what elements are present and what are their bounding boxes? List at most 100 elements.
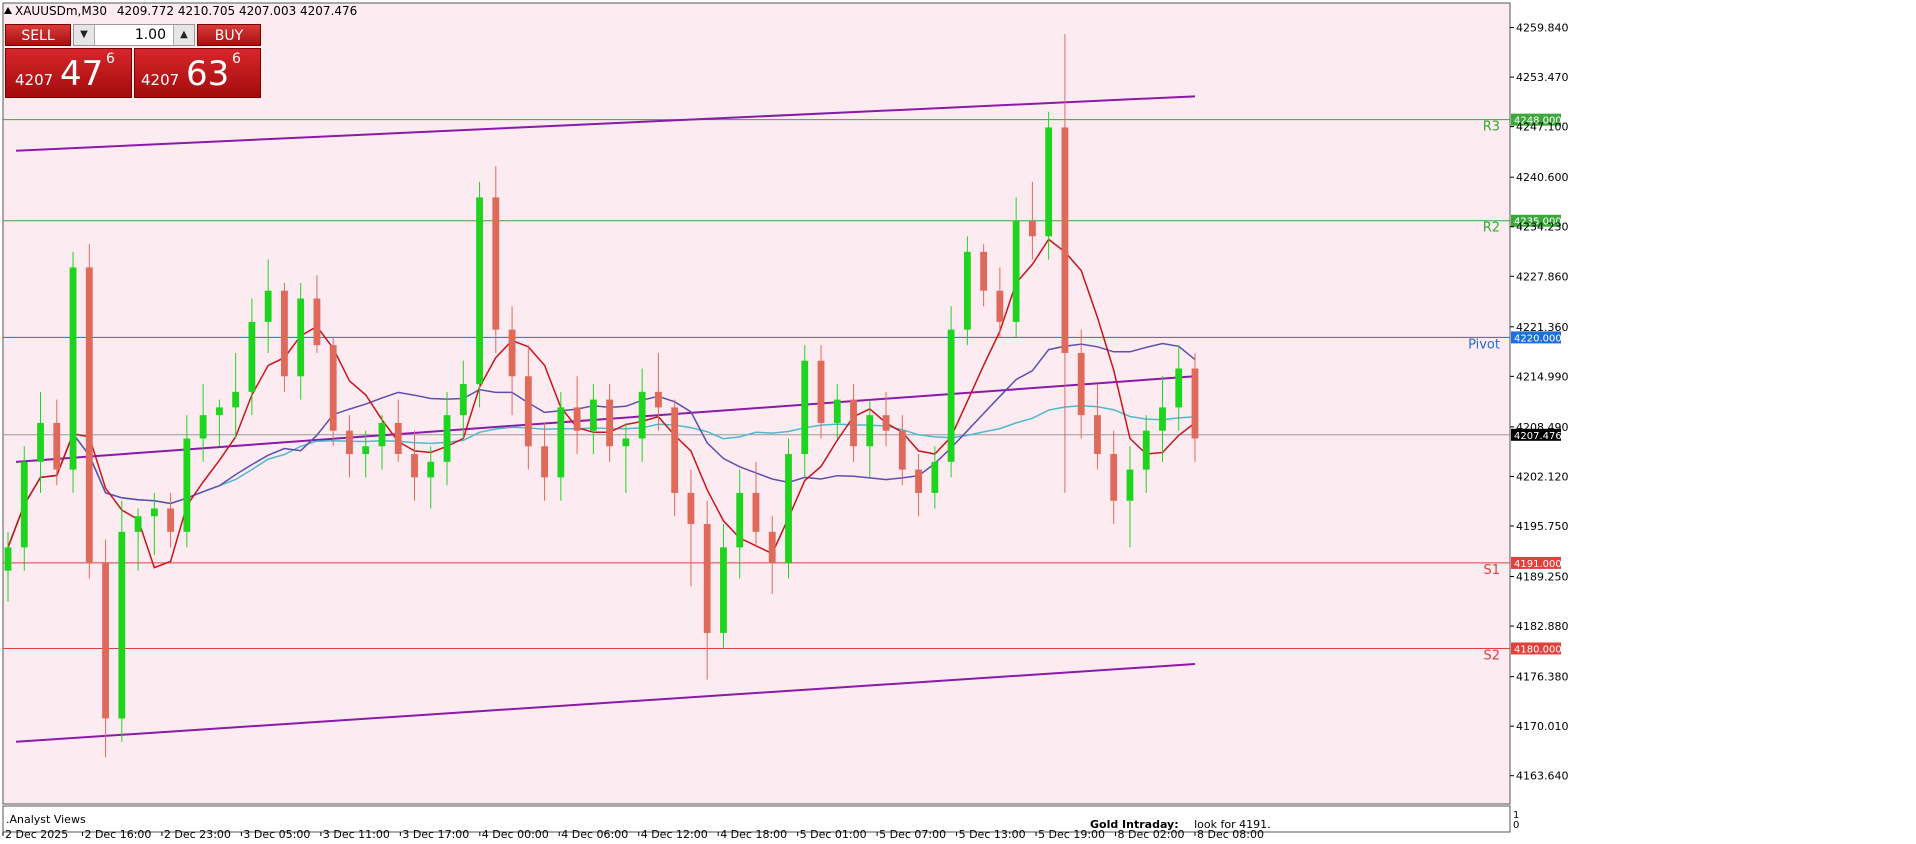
y-axis-tick-label: 4195.750 — [1516, 520, 1569, 533]
candle-body[interactable] — [459, 384, 467, 416]
chart-canvas[interactable]: R3 4248.000R2 4235.000Pivot 4220.000S1 4191.… — [0, 0, 1916, 841]
candle-body[interactable] — [1126, 469, 1134, 501]
candle-body[interactable] — [898, 430, 906, 470]
candle-body[interactable] — [557, 407, 565, 478]
candle-body[interactable] — [427, 461, 435, 478]
candle-body[interactable] — [850, 399, 857, 447]
candle-body[interactable] — [752, 492, 760, 532]
candle-body[interactable] — [817, 360, 825, 423]
candle-body[interactable] — [492, 197, 500, 330]
candle-body[interactable] — [1045, 127, 1053, 237]
sell-price-button[interactable]: 4207 47 6 — [5, 48, 132, 98]
candle-body[interactable] — [801, 360, 809, 455]
candle-body[interactable] — [118, 531, 126, 719]
candle-body[interactable] — [1191, 368, 1199, 439]
chart-plot-area[interactable] — [2, 2, 1511, 805]
x-axis-tick-label: 3 Dec 17:00 — [402, 828, 469, 840]
x-axis-tick-label: 2 Dec 16:00 — [84, 828, 151, 840]
candle-body[interactable] — [329, 345, 337, 431]
candle-body[interactable] — [622, 438, 630, 447]
y-axis-tick-label: 4208.490 — [1516, 421, 1569, 434]
lot-decrease-icon[interactable]: ▼ — [74, 25, 95, 45]
candle-body[interactable] — [102, 562, 109, 719]
candle-body[interactable] — [996, 290, 1004, 322]
candle-body[interactable] — [167, 508, 175, 532]
lot-size-stepper[interactable]: ▼ 1.00 ▲ — [73, 24, 195, 46]
candle-body[interactable] — [736, 492, 744, 548]
candle-body[interactable] — [785, 454, 792, 563]
candle-body[interactable] — [1061, 127, 1069, 353]
candle-body[interactable] — [1094, 415, 1101, 455]
x-axis-tick-label: 2 Dec 2025 — [5, 828, 68, 840]
candle-body[interactable] — [346, 430, 353, 455]
candle-body[interactable] — [1110, 454, 1118, 501]
candle-body[interactable] — [20, 461, 28, 548]
y-axis-tick-label: 4202.120 — [1516, 470, 1569, 483]
candle-body[interactable] — [4, 547, 12, 571]
candle-body[interactable] — [264, 290, 272, 322]
candle-body[interactable] — [508, 329, 516, 377]
candle-body[interactable] — [606, 399, 614, 447]
candle-body[interactable] — [915, 469, 922, 493]
candle-body[interactable] — [963, 251, 971, 330]
candle-body[interactable] — [199, 415, 207, 439]
candle-body[interactable] — [1028, 220, 1036, 237]
candle-body[interactable] — [931, 461, 939, 493]
buy-button[interactable]: BUY — [197, 24, 261, 46]
candle-body[interactable] — [654, 391, 662, 408]
y-axis-tick-label: 4214.990 — [1516, 370, 1569, 383]
candle-body[interactable] — [411, 454, 418, 478]
candle-body[interactable] — [394, 422, 402, 455]
candle-body[interactable] — [671, 407, 679, 493]
candle-body[interactable] — [1077, 352, 1085, 416]
candle-body[interactable] — [866, 415, 874, 447]
candle-body[interactable] — [1142, 430, 1150, 470]
subwindow-scale-bottom: 0 — [1513, 820, 1520, 831]
candle-body[interactable] — [85, 267, 93, 563]
candle-body[interactable] — [281, 290, 288, 377]
candle-body[interactable] — [541, 446, 549, 478]
candle-body[interactable] — [297, 298, 305, 377]
candle-body[interactable] — [476, 197, 483, 385]
collapse-triangle-icon[interactable] — [4, 7, 12, 14]
candle-body[interactable] — [882, 415, 890, 431]
candle-body[interactable] — [573, 407, 581, 431]
y-axis-tick-label: 4163.640 — [1516, 770, 1569, 783]
candle-body[interactable] — [150, 508, 158, 517]
y-axis-tick-label: 4170.010 — [1516, 720, 1569, 733]
candle-body[interactable] — [69, 267, 77, 470]
candle-body[interactable] — [1175, 368, 1183, 408]
candle-body[interactable] — [37, 422, 44, 462]
candle-body[interactable] — [53, 422, 61, 470]
candle-body[interactable] — [980, 251, 988, 291]
candle-body[interactable] — [248, 321, 256, 392]
candle-body[interactable] — [134, 516, 142, 532]
price-chart[interactable]: R3 4248.000 R2 4235.000 Pivot 4220.000 S1 4191.… — [0, 0, 1916, 841]
candle-body[interactable] — [183, 438, 191, 532]
candle-body[interactable] — [232, 391, 240, 408]
candle-body[interactable] — [768, 531, 776, 563]
candle-body[interactable] — [1012, 220, 1020, 322]
candle-body[interactable] — [215, 407, 223, 416]
lot-size-input[interactable]: 1.00 — [96, 25, 172, 45]
candle-body[interactable] — [313, 298, 321, 346]
candle-body[interactable] — [362, 446, 370, 455]
analyst-note: Gold Intraday: look for 4191. — [1090, 818, 1508, 831]
candle-body[interactable] — [703, 524, 711, 633]
sell-price-main: 47 — [60, 54, 104, 94]
candle-body[interactable] — [687, 492, 695, 525]
candle-body[interactable] — [443, 415, 451, 462]
candle-body[interactable] — [720, 547, 727, 633]
candle-body[interactable] — [947, 329, 955, 462]
sell-button[interactable]: SELL — [5, 24, 71, 46]
candle-body[interactable] — [638, 391, 646, 439]
buy-price-button[interactable]: 4207 63 6 — [134, 48, 261, 98]
candle-body[interactable] — [1159, 407, 1166, 431]
candle-body[interactable] — [589, 399, 597, 431]
candle-body[interactable] — [378, 422, 386, 447]
y-axis-tick-label: 4182.880 — [1516, 620, 1569, 633]
x-axis-tick-label: 2 Dec 23:00 — [164, 828, 231, 840]
candle-body[interactable] — [524, 376, 532, 447]
lot-increase-icon[interactable]: ▲ — [173, 25, 194, 45]
candle-body[interactable] — [833, 399, 841, 423]
